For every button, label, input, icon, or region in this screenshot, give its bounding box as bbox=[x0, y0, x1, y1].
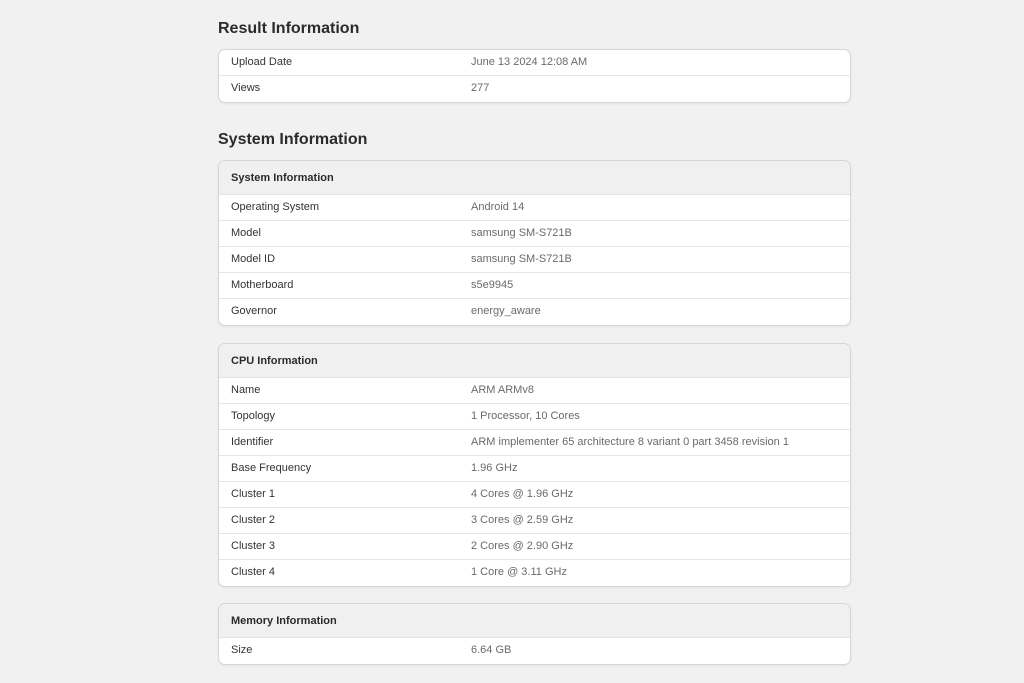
row-value: 1.96 GHz bbox=[471, 462, 518, 474]
table-row: Topology 1 Processor, 10 Cores bbox=[219, 404, 850, 430]
table-row: Name ARM ARMv8 bbox=[219, 378, 850, 404]
row-label: Base Frequency bbox=[231, 462, 312, 474]
card-header: Memory Information bbox=[219, 604, 850, 638]
row-value: 277 bbox=[471, 82, 490, 94]
table-row: Motherboard s5e9945 bbox=[219, 273, 850, 299]
memory-information-card: Memory Information Size 6.64 GB bbox=[218, 603, 851, 665]
table-row: Views 277 bbox=[219, 76, 850, 102]
row-label: Cluster 4 bbox=[231, 566, 276, 578]
row-value: 1 Core @ 3.11 GHz bbox=[471, 566, 567, 578]
table-row: Identifier ARM implementer 65 architectu… bbox=[219, 430, 850, 456]
row-label: Operating System bbox=[231, 201, 320, 213]
row-value: 6.64 GB bbox=[471, 644, 512, 656]
table-row: Upload Date June 13 2024 12:08 AM bbox=[219, 50, 850, 76]
row-label: Name bbox=[231, 384, 261, 396]
result-information-title: Result Information bbox=[218, 20, 360, 37]
row-value: Android 14 bbox=[471, 201, 525, 213]
row-label: Topology bbox=[231, 410, 276, 422]
row-label: Size bbox=[231, 644, 253, 656]
table-row: Cluster 1 4 Cores @ 1.96 GHz bbox=[219, 482, 850, 508]
row-value: 4 Cores @ 1.96 GHz bbox=[471, 488, 574, 500]
card-header: CPU Information bbox=[219, 344, 850, 378]
row-value: 1 Processor, 10 Cores bbox=[471, 410, 580, 422]
table-row: Cluster 3 2 Cores @ 2.90 GHz bbox=[219, 534, 850, 560]
table-row: Size 6.64 GB bbox=[219, 638, 850, 664]
row-label: Motherboard bbox=[231, 279, 294, 291]
table-row: Operating System Android 14 bbox=[219, 195, 850, 221]
row-value: ARM ARMv8 bbox=[471, 384, 534, 396]
table-row: Base Frequency 1.96 GHz bbox=[219, 456, 850, 482]
row-label: Model ID bbox=[231, 253, 276, 265]
row-value: 2 Cores @ 2.90 GHz bbox=[471, 540, 574, 552]
row-value: June 13 2024 12:08 AM bbox=[471, 56, 588, 68]
row-label: Model bbox=[231, 227, 261, 239]
row-label: Cluster 2 bbox=[231, 514, 276, 526]
row-value: ARM implementer 65 architecture 8 varian… bbox=[471, 436, 789, 448]
row-value: energy_aware bbox=[471, 305, 541, 317]
table-row: Governor energy_aware bbox=[219, 299, 850, 325]
system-information-title: System Information bbox=[218, 131, 368, 148]
row-label: Views bbox=[231, 82, 261, 94]
row-label: Cluster 1 bbox=[231, 488, 276, 500]
table-row: Model ID samsung SM-S721B bbox=[219, 247, 850, 273]
row-value: samsung SM-S721B bbox=[471, 227, 572, 239]
row-label: Identifier bbox=[231, 436, 274, 448]
row-value: s5e9945 bbox=[471, 279, 514, 291]
row-value: samsung SM-S721B bbox=[471, 253, 572, 265]
table-row: Model samsung SM-S721B bbox=[219, 221, 850, 247]
result-information-card: Upload Date June 13 2024 12:08 AM Views … bbox=[218, 49, 851, 103]
table-row: Cluster 2 3 Cores @ 2.59 GHz bbox=[219, 508, 850, 534]
system-information-card: System Information Operating System Andr… bbox=[218, 160, 851, 326]
row-label: Upload Date bbox=[231, 56, 293, 68]
card-header: System Information bbox=[219, 161, 850, 195]
row-label: Governor bbox=[231, 305, 277, 317]
row-value: 3 Cores @ 2.59 GHz bbox=[471, 514, 574, 526]
table-row: Cluster 4 1 Core @ 3.11 GHz bbox=[219, 560, 850, 586]
row-label: Cluster 3 bbox=[231, 540, 276, 552]
cpu-information-card: CPU Information Name ARM ARMv8 Topology … bbox=[218, 343, 851, 587]
